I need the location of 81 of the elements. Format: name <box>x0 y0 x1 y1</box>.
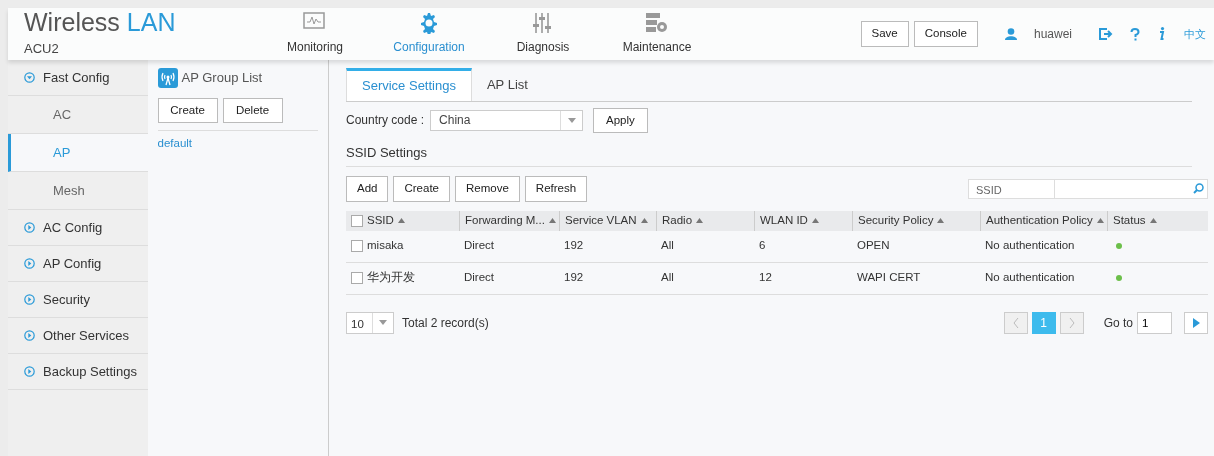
goto-label: Go to <box>1103 314 1133 332</box>
nav-tab[interactable]: Diagnosis <box>516 38 570 56</box>
sort-icon <box>640 218 648 223</box>
expand-icon <box>24 258 35 269</box>
brand-title: Wireless LAN <box>24 9 177 35</box>
device-name: ACU2 <box>24 39 60 58</box>
field-label: Country code : <box>346 112 425 130</box>
table-cell-text: misaka <box>367 238 404 254</box>
table-cell-text: Direct <box>464 270 495 286</box>
toolbar-button[interactable]: Refresh <box>524 176 588 202</box>
row-checkbox[interactable] <box>351 272 363 284</box>
caret-icon <box>567 117 576 123</box>
column-header[interactable]: Forwarding M... <box>465 211 545 230</box>
sort-icon <box>811 218 819 223</box>
tab[interactable]: AP List <box>471 68 543 101</box>
table-cell-text: Direct <box>464 238 495 254</box>
column-header[interactable]: Service VLAN <box>565 211 637 230</box>
sort-icon <box>937 218 945 223</box>
page-size-select[interactable]: 10 <box>346 311 394 334</box>
sort-icon <box>548 218 556 223</box>
table-cell-text: 6 <box>759 238 766 254</box>
logout-icon <box>1099 28 1113 40</box>
search-field[interactable]: SSID <box>968 178 1208 199</box>
table-cell-text: WAPI CERT <box>857 270 921 286</box>
chevron-right-icon <box>1068 317 1075 328</box>
column-header[interactable]: Authentication Policy <box>986 211 1093 230</box>
row-checkbox[interactable] <box>351 240 363 252</box>
header-button[interactable]: Console <box>913 21 978 47</box>
table-cell-text: 华为开发 <box>367 270 415 286</box>
table-cell-text: 12 <box>759 270 772 286</box>
select-all-checkbox[interactable] <box>351 214 363 227</box>
table-cell-text: 192 <box>564 238 584 254</box>
apply-button[interactable]: Apply <box>593 107 648 133</box>
panel-title: AP Group List <box>181 69 263 88</box>
table-cell-text: OPEN <box>857 238 890 254</box>
column-header[interactable]: Status <box>1113 211 1146 230</box>
user-name[interactable]: huawei <box>1033 25 1072 43</box>
sort-icon <box>1149 218 1157 223</box>
tab[interactable]: Service Settings <box>346 68 472 101</box>
chevron-left-icon <box>1012 317 1019 328</box>
country-select[interactable]: China <box>430 109 584 131</box>
toolbar-button[interactable]: Create <box>393 176 450 202</box>
play-icon <box>1192 317 1200 328</box>
column-header[interactable]: Radio <box>662 211 693 230</box>
table-cell-text: All <box>661 270 674 286</box>
go-button[interactable] <box>1184 311 1208 334</box>
toolbar-button[interactable]: Add <box>346 176 389 202</box>
expand-icon <box>24 366 35 377</box>
column-header[interactable]: WLAN ID <box>760 211 808 230</box>
next-page-button[interactable] <box>1059 311 1084 334</box>
toolbar-button[interactable]: Remove <box>455 176 520 202</box>
column-header[interactable]: Security Policy <box>858 211 934 230</box>
sort-icon <box>397 218 405 223</box>
panel-button[interactable]: Delete <box>222 98 283 124</box>
antenna-icon <box>157 68 178 88</box>
search-icon <box>1193 183 1204 195</box>
record-count: Total 2 record(s) <box>402 314 489 332</box>
nav-tab[interactable]: Maintenance <box>622 38 692 56</box>
nav-tab[interactable]: Monitoring <box>287 38 343 56</box>
info-icon <box>1157 27 1165 41</box>
column-header[interactable]: SSID <box>367 211 394 230</box>
expand-icon <box>24 330 35 341</box>
expand-icon <box>24 294 35 305</box>
table-cell-text: No authentication <box>985 238 1075 254</box>
sort-icon <box>696 218 704 223</box>
goto-field[interactable]: 1 <box>1137 311 1172 334</box>
help-icon <box>1130 27 1140 41</box>
table-cell-text: 192 <box>564 270 584 286</box>
server-icon <box>645 12 669 34</box>
section-title: SSID Settings <box>346 142 1192 168</box>
caret-icon <box>379 320 387 325</box>
collapse-icon <box>24 72 35 83</box>
previous-page-button[interactable] <box>1003 311 1028 334</box>
panel-button[interactable]: Create <box>157 98 218 124</box>
table-cell-text: All <box>661 238 674 254</box>
nav-tab[interactable]: Configuration <box>393 38 465 56</box>
header-button[interactable]: Save <box>860 21 909 47</box>
expand-icon <box>24 222 35 233</box>
sort-icon <box>1096 218 1104 223</box>
user-icon <box>1004 28 1017 40</box>
table-cell-text: No authentication <box>985 270 1075 286</box>
